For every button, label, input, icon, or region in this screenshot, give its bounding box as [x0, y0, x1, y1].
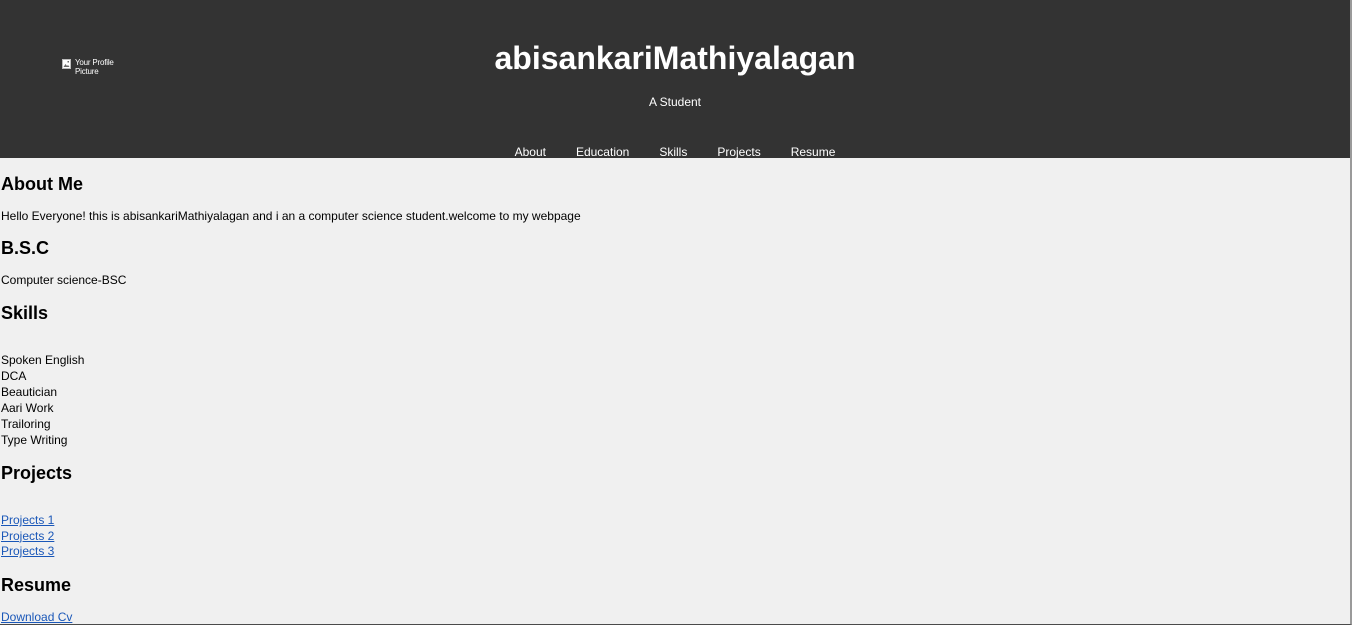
- skill-item: Spoken English: [1, 353, 85, 367]
- download-cv-link[interactable]: Download Cv: [1, 610, 72, 624]
- education-heading: B.S.C: [1, 238, 50, 258]
- project-link-1[interactable]: Projects 1: [1, 513, 54, 527]
- skills-heading: Skills: [1, 303, 49, 323]
- skill-item: Aari Work: [1, 401, 54, 415]
- projects-heading: Projects: [1, 463, 73, 483]
- project-link-2[interactable]: Projects 2: [1, 529, 54, 543]
- nav-link-education[interactable]: Education: [576, 145, 629, 159]
- main-nav: About Education Skills Projects Resume: [0, 144, 1350, 160]
- resume-heading: Resume: [1, 575, 72, 595]
- projects-list: Projects 1 Projects 2 Projects 3: [1, 513, 54, 560]
- skill-item: DCA: [1, 369, 27, 383]
- nav-link-projects[interactable]: Projects: [717, 145, 760, 159]
- nav-link-resume[interactable]: Resume: [791, 145, 836, 159]
- browser-viewport: Your Profile Picture abisankariMathiyala…: [0, 0, 1352, 625]
- skills-list: Spoken English DCA Beautician Aari Work …: [1, 352, 84, 448]
- skill-item: Beautician: [1, 385, 58, 399]
- education-text: Computer science-BSC: [1, 273, 127, 287]
- skill-item: Type Writing: [1, 433, 68, 447]
- skill-item: Trailoring: [1, 417, 51, 431]
- nav-link-about[interactable]: About: [515, 145, 546, 159]
- site-subtitle: A Student: [648, 95, 702, 109]
- project-link-3[interactable]: Projects 3: [1, 544, 54, 558]
- nav-link-skills[interactable]: Skills: [659, 145, 687, 159]
- about-text: Hello Everyone! this is abisankariMathiy…: [1, 209, 581, 223]
- site-header: Your Profile Picture abisankariMathiyala…: [0, 0, 1350, 160]
- site-title: abisankariMathiyalagan: [494, 40, 856, 76]
- about-heading: About Me: [1, 174, 83, 194]
